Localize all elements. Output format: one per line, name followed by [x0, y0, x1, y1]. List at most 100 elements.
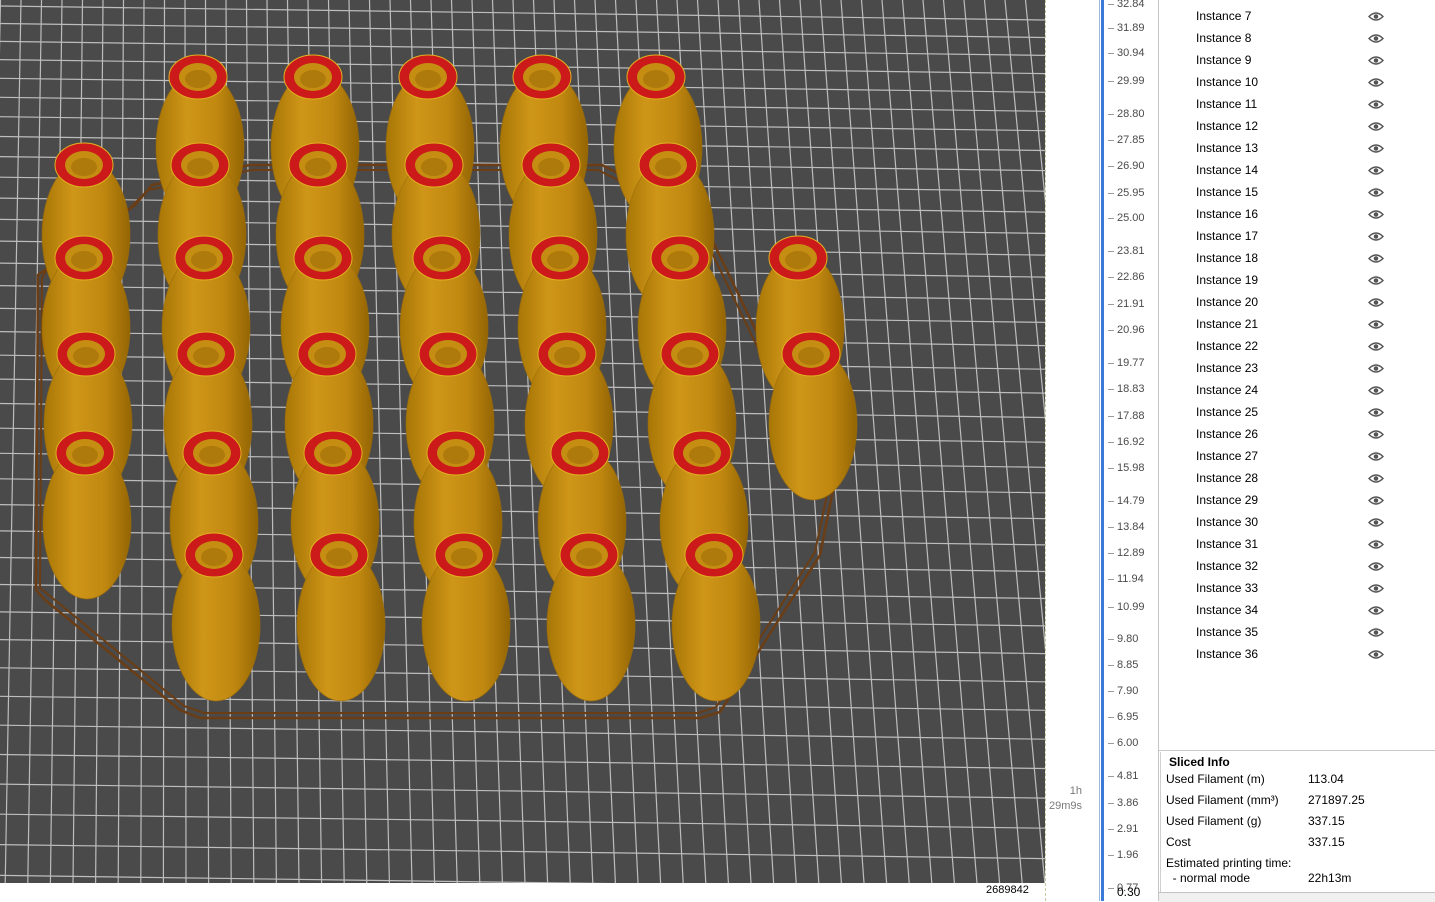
eye-icon[interactable] [1368, 385, 1384, 396]
object-list[interactable]: Instance 7 Instance 8 Instance 9 Instance 1… [1159, 0, 1435, 751]
vase-inner-shadow [421, 158, 447, 176]
object-list-item[interactable]: Instance 7 [1159, 5, 1435, 27]
layer-height-tick-label: 31.89 [1117, 22, 1145, 34]
object-list-item[interactable]: Instance 27 [1159, 445, 1435, 467]
eye-icon[interactable] [1368, 121, 1384, 132]
eye-icon[interactable] [1368, 319, 1384, 330]
eye-icon[interactable] [1368, 407, 1384, 418]
object-list-item[interactable]: Instance 15 [1159, 181, 1435, 203]
layer-height-tick-label: 23.81 [1117, 245, 1145, 257]
layer-height-tick-mark [1108, 277, 1114, 278]
layer-height-tick-mark [1108, 166, 1114, 167]
object-list-item[interactable]: Instance 12 [1159, 115, 1435, 137]
eye-icon[interactable] [1368, 627, 1384, 638]
object-list-item[interactable]: Instance 21 [1159, 313, 1435, 335]
eye-icon[interactable] [1368, 495, 1384, 506]
eye-icon[interactable] [1368, 275, 1384, 286]
object-list-item[interactable]: Instance 35 [1159, 621, 1435, 643]
object-list-item[interactable]: Instance 33 [1159, 577, 1435, 599]
eye-icon[interactable] [1368, 297, 1384, 308]
object-list-item-label: Instance 19 [1196, 273, 1259, 287]
layer-height-tick-mark [1108, 803, 1114, 804]
vase-inner-shadow [529, 70, 555, 88]
sliced-info-row: Used Filament (m) 113.04 [1166, 772, 1434, 790]
eye-icon[interactable] [1368, 143, 1384, 154]
object-list-item[interactable]: Instance 19 [1159, 269, 1435, 291]
eye-icon[interactable] [1368, 583, 1384, 594]
eye-icon[interactable] [1368, 341, 1384, 352]
object-list-item[interactable]: Instance 31 [1159, 533, 1435, 555]
eye-icon[interactable] [1368, 99, 1384, 110]
object-list-item[interactable]: Instance 30 [1159, 511, 1435, 533]
eye-icon[interactable] [1368, 187, 1384, 198]
object-list-item[interactable]: Instance 13 [1159, 137, 1435, 159]
layer-height-tick-label: 11.94 [1117, 573, 1144, 585]
layer-height-tick-label: 25.00 [1117, 212, 1145, 224]
object-list-item-label: Instance 29 [1196, 493, 1259, 507]
object-list-item[interactable]: Instance 25 [1159, 401, 1435, 423]
grid-line [0, 504, 1045, 520]
grid-line [0, 583, 1045, 600]
eye-icon[interactable] [1368, 451, 1384, 462]
layer-slider-track[interactable] [1101, 0, 1104, 901]
object-list-item[interactable]: Instance 9 [1159, 49, 1435, 71]
layer-height-tick-label: 10.99 [1117, 601, 1145, 613]
object-list-item[interactable]: Instance 36 [1159, 643, 1435, 665]
object-list-item[interactable]: Instance 8 [1159, 27, 1435, 49]
layer-height-tick-label: 20.96 [1117, 324, 1145, 336]
layer-height-tick-label: 8.85 [1117, 659, 1139, 671]
object-list-item[interactable]: Instance 16 [1159, 203, 1435, 225]
eye-icon[interactable] [1368, 605, 1384, 616]
eye-icon[interactable] [1368, 165, 1384, 176]
sliced-info-panel: Sliced Info Used Filament (m) 113.04 Used … [1160, 752, 1435, 893]
eye-icon[interactable] [1368, 209, 1384, 220]
vase-inner-shadow [320, 446, 346, 464]
eye-icon[interactable] [1368, 517, 1384, 528]
sliced-info-value: 22h13m [1308, 871, 1352, 885]
object-list-item-label: Instance 27 [1196, 449, 1259, 463]
eye-icon[interactable] [1368, 33, 1384, 44]
layer-height-tick-label: 1.96 [1117, 849, 1139, 861]
layer-height-tick-label: 16.92 [1117, 436, 1145, 448]
eye-icon[interactable] [1368, 473, 1384, 484]
object-list-item[interactable]: Instance 24 [1159, 379, 1435, 401]
grid-line [4, 0, 22, 883]
eye-icon[interactable] [1368, 561, 1384, 572]
object-list-item[interactable]: Instance 10 [1159, 71, 1435, 93]
eye-icon[interactable] [1368, 11, 1384, 22]
eye-icon[interactable] [1368, 429, 1384, 440]
object-list-item[interactable]: Instance 23 [1159, 357, 1435, 379]
eye-icon[interactable] [1368, 77, 1384, 88]
eye-icon[interactable] [1368, 649, 1384, 660]
object-list-item[interactable]: Instance 29 [1159, 489, 1435, 511]
object-list-item[interactable]: Instance 11 [1159, 93, 1435, 115]
object-list-item-label: Instance 21 [1196, 317, 1259, 331]
3d-preview-viewport[interactable]: 2689842 [0, 0, 1045, 901]
layer-height-tick-label: 17.88 [1117, 410, 1145, 422]
grid-line [140, 0, 145, 883]
object-list-item-label: Instance 12 [1196, 119, 1259, 133]
grid-line [0, 695, 1045, 711]
eye-icon[interactable] [1368, 231, 1384, 242]
object-list-item[interactable]: Instance 20 [1159, 291, 1435, 313]
object-list-item[interactable]: Instance 34 [1159, 599, 1435, 621]
layer-height-tick-label: 32.84 [1117, 0, 1145, 10]
print-bed-scene [0, 0, 1045, 883]
eye-icon[interactable] [1368, 539, 1384, 550]
layer-height-tick-label: 22.86 [1117, 271, 1145, 283]
object-list-item[interactable]: Instance 28 [1159, 467, 1435, 489]
object-list-item-label: Instance 15 [1196, 185, 1259, 199]
eye-icon[interactable] [1368, 253, 1384, 264]
layer-time-estimate: 1h 29m9s [1046, 784, 1082, 814]
object-list-item[interactable]: Instance 26 [1159, 423, 1435, 445]
object-list-item[interactable]: Instance 32 [1159, 555, 1435, 577]
eye-icon[interactable] [1368, 55, 1384, 66]
object-list-item[interactable]: Instance 22 [1159, 335, 1435, 357]
object-list-item[interactable]: Instance 14 [1159, 159, 1435, 181]
object-list-item[interactable]: Instance 18 [1159, 247, 1435, 269]
object-list-item-label: Instance 16 [1196, 207, 1259, 221]
layer-height-tick-mark [1108, 855, 1114, 856]
object-list-item-label: Instance 35 [1196, 625, 1259, 639]
object-list-item[interactable]: Instance 17 [1159, 225, 1435, 247]
eye-icon[interactable] [1368, 363, 1384, 374]
